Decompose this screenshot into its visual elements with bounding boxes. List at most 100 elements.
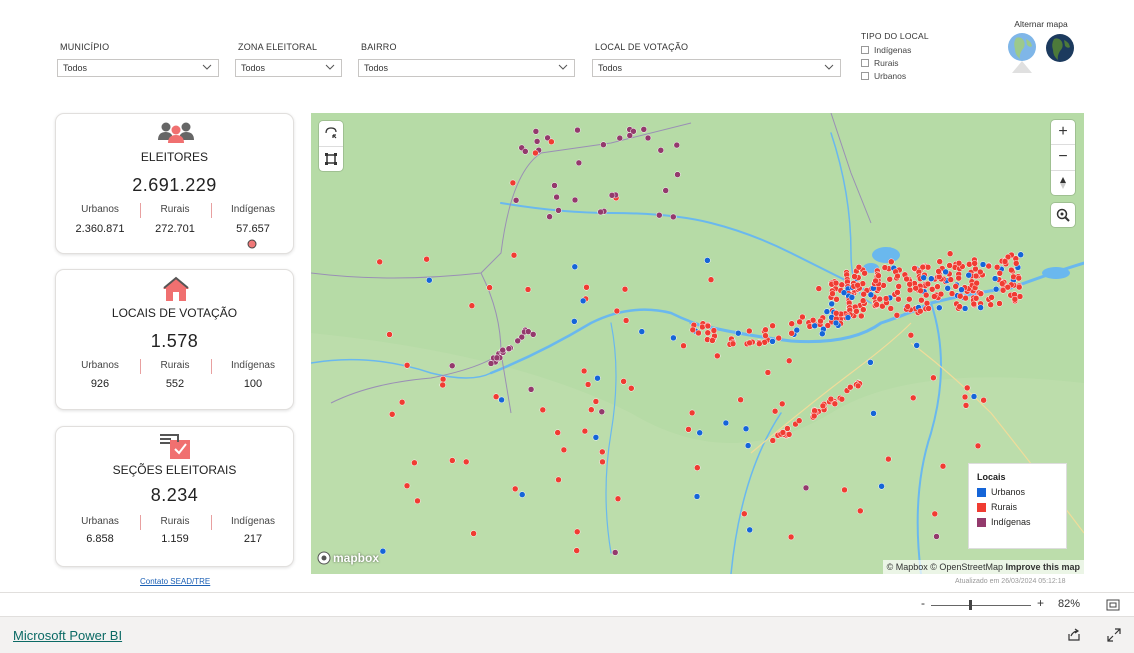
map-point[interactable] — [714, 352, 721, 360]
zoom-plus-button[interactable]: + — [1037, 596, 1044, 610]
map-point[interactable] — [785, 357, 793, 365]
map-point[interactable] — [928, 286, 936, 293]
map-point[interactable] — [947, 276, 955, 283]
map-point[interactable] — [704, 322, 712, 330]
map-point[interactable] — [860, 290, 867, 298]
map-point[interactable] — [906, 281, 913, 288]
map-point[interactable] — [1010, 273, 1017, 281]
map-point[interactable] — [762, 326, 769, 334]
map-point[interactable] — [937, 290, 945, 298]
zona-dropdown[interactable]: Todos — [235, 59, 342, 77]
checkbox[interactable] — [861, 58, 869, 67]
map-point[interactable] — [548, 138, 555, 146]
map-point[interactable] — [735, 329, 742, 337]
map-point[interactable] — [509, 179, 517, 187]
map-point[interactable] — [942, 268, 949, 276]
map-point[interactable] — [594, 374, 601, 382]
map-point[interactable] — [970, 393, 978, 400]
map-point[interactable] — [694, 464, 701, 471]
map-point[interactable] — [887, 305, 895, 312]
map-point[interactable] — [470, 530, 477, 537]
map-point[interactable] — [722, 419, 730, 427]
bairro-dropdown[interactable]: Todos — [358, 59, 575, 77]
map-point[interactable] — [581, 427, 589, 435]
map-point[interactable] — [492, 393, 500, 400]
map-point[interactable] — [598, 408, 606, 416]
map-point[interactable] — [832, 319, 840, 327]
map-point[interactable] — [674, 171, 681, 178]
map-point[interactable] — [499, 346, 506, 354]
map-point[interactable] — [988, 294, 995, 301]
map-point[interactable] — [539, 406, 547, 414]
map-point[interactable] — [386, 331, 393, 338]
checkbox[interactable] — [861, 45, 869, 54]
map-point[interactable] — [860, 306, 867, 313]
map-point[interactable] — [522, 148, 529, 155]
map-point[interactable] — [498, 396, 505, 404]
map-point[interactable] — [833, 296, 840, 303]
map-point[interactable] — [546, 213, 553, 220]
map-style-light-button[interactable] — [1007, 33, 1037, 80]
map-point[interactable] — [875, 272, 882, 279]
map-point[interactable] — [867, 359, 874, 366]
map-point[interactable] — [858, 312, 865, 320]
map-point[interactable] — [922, 291, 930, 299]
map-point[interactable] — [611, 549, 619, 556]
map-point[interactable] — [662, 187, 669, 194]
map-point[interactable] — [972, 295, 980, 302]
map-point[interactable] — [909, 394, 917, 402]
map-point[interactable] — [893, 312, 901, 319]
map-point[interactable] — [695, 329, 702, 337]
map-point[interactable] — [729, 340, 737, 348]
map-point[interactable] — [742, 425, 750, 433]
map-point[interactable] — [620, 378, 627, 385]
map-point[interactable] — [931, 510, 939, 518]
map-point[interactable] — [468, 302, 476, 309]
map-point[interactable] — [744, 442, 752, 449]
map-point[interactable] — [709, 337, 716, 344]
map-point[interactable] — [918, 296, 925, 304]
map-point[interactable] — [946, 250, 954, 257]
map-point[interactable] — [956, 292, 964, 300]
map-point[interactable] — [980, 396, 987, 404]
map-point[interactable] — [379, 547, 387, 555]
map-point[interactable] — [1008, 266, 1015, 274]
map-point[interactable] — [584, 381, 592, 388]
map-point[interactable] — [931, 293, 938, 300]
map-point[interactable] — [935, 268, 942, 275]
map-point[interactable] — [685, 426, 692, 433]
map-point[interactable] — [746, 327, 753, 335]
map-point[interactable] — [680, 342, 687, 350]
map-point[interactable] — [817, 317, 824, 325]
map-point[interactable] — [775, 334, 782, 342]
map-point[interactable] — [925, 305, 932, 312]
map-point[interactable] — [707, 276, 715, 283]
map-point[interactable] — [737, 396, 744, 404]
map-point[interactable] — [532, 128, 540, 135]
map-point[interactable] — [608, 192, 616, 199]
map-point[interactable] — [769, 437, 777, 444]
map-point[interactable] — [616, 134, 624, 142]
map-point[interactable] — [840, 289, 848, 296]
map-point[interactable] — [939, 462, 947, 470]
map-point[interactable] — [881, 264, 889, 271]
map-point[interactable] — [423, 255, 430, 263]
map-point[interactable] — [838, 395, 846, 403]
map-point[interactable] — [689, 326, 697, 334]
map-point[interactable] — [518, 491, 526, 498]
map-point[interactable] — [793, 326, 801, 334]
map-point[interactable] — [948, 290, 956, 297]
map-point[interactable] — [403, 482, 411, 490]
share-icon[interactable] — [1067, 628, 1081, 642]
map-point[interactable] — [851, 273, 858, 280]
map-point[interactable] — [462, 458, 470, 466]
map-point[interactable] — [592, 398, 600, 405]
map-point[interactable] — [819, 330, 826, 338]
map-point[interactable] — [979, 261, 987, 268]
map-point[interactable] — [906, 295, 913, 303]
map-point[interactable] — [894, 272, 901, 280]
map-point[interactable] — [841, 486, 848, 494]
map-point[interactable] — [847, 383, 854, 391]
map-point[interactable] — [955, 259, 963, 267]
map-point[interactable] — [1012, 260, 1020, 267]
